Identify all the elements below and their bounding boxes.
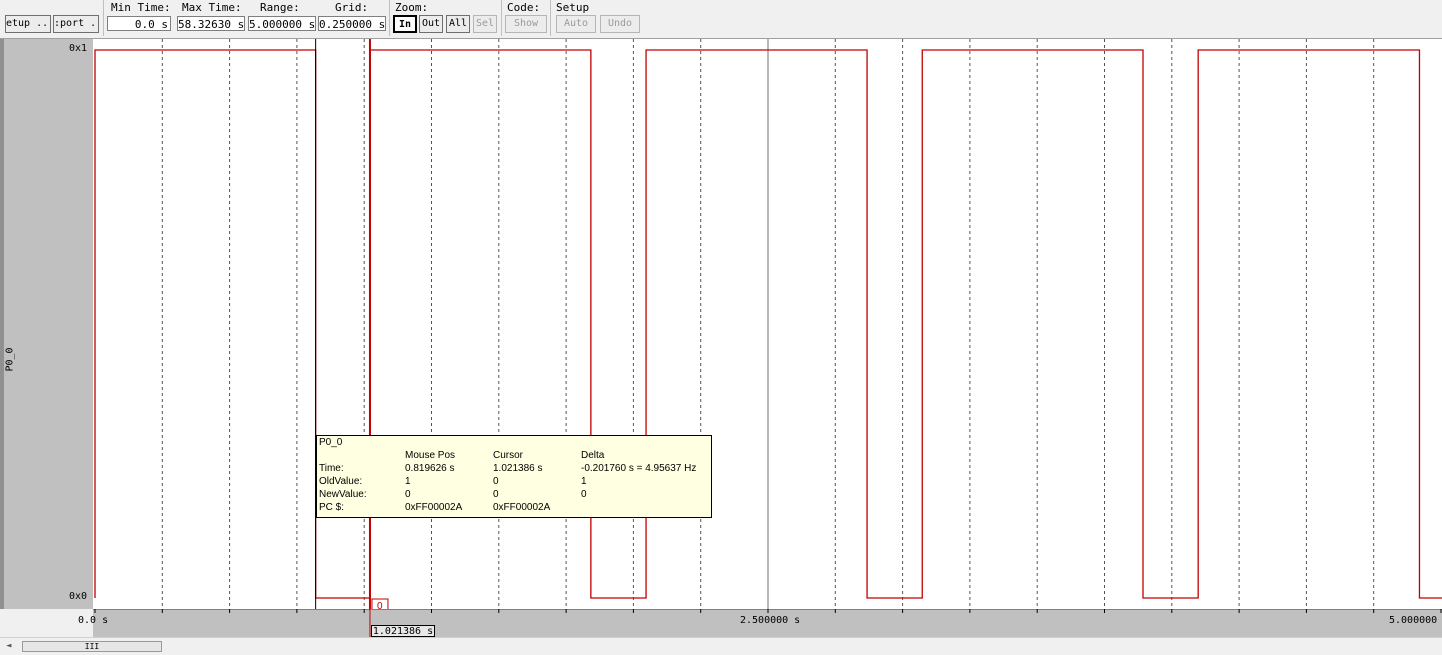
tooltip-row-label: PC $: (319, 502, 345, 513)
export-button[interactable]: :port ... (53, 15, 99, 33)
cursor-value-marker: 0 (371, 598, 389, 612)
signal-panel: P0_0 0x1 0x0 (0, 39, 93, 609)
axis-label-start: 0.0 s (78, 615, 109, 626)
tooltip-title: P0_0 (319, 437, 343, 448)
tooltip-row-label: Time: (319, 463, 344, 474)
signal-info-tooltip: P0_0 Mouse Pos Cursor Delta Time: 0.8196… (316, 435, 712, 518)
axis-label-mid: 2.500000 s (740, 615, 801, 626)
separator (501, 0, 502, 36)
grid-label: Grid: (335, 1, 369, 14)
min-time-label: Min Time: (111, 1, 171, 14)
auto-button[interactable]: Auto (556, 15, 596, 33)
zoom-out-button[interactable]: Out (419, 15, 443, 33)
scroll-left-arrow-icon[interactable]: ◄ (6, 641, 11, 651)
tooltip-cursor-value: 0 (493, 476, 499, 487)
toolbar: etup ... :port ... Min Time: 0.0 s Max T… (0, 0, 1442, 39)
code-label: Code: (507, 1, 541, 14)
separator (550, 0, 551, 36)
tooltip-mouse-value: 1 (405, 476, 411, 487)
setup-button[interactable]: etup ... (5, 15, 51, 33)
tooltip-delta-value: -0.201760 s = 4.95637 Hz (581, 463, 697, 474)
tooltip-col-cursor: Cursor (493, 450, 524, 461)
axis-label-end: 5.000000 (1389, 615, 1438, 626)
zoom-label: Zoom: (395, 1, 429, 14)
zoom-in-button[interactable]: In (393, 15, 417, 33)
signal-name[interactable]: P0_0 (5, 347, 16, 371)
tooltip-row-label: OldValue: (319, 476, 363, 487)
tooltip-mouse-value: 0xFF00002A (405, 502, 463, 513)
zoom-sel-button[interactable]: Sel (473, 15, 497, 33)
waveform-plot[interactable]: 0 (93, 39, 1442, 612)
tooltip-mouse-value: 0 (405, 489, 411, 500)
range-label: Range: (260, 1, 300, 14)
setup-label: Setup (556, 1, 590, 14)
max-time-field[interactable]: 58.32630 s (177, 16, 245, 31)
separator (389, 0, 390, 36)
tooltip-delta-value: 1 (581, 476, 587, 487)
separator (103, 0, 104, 36)
tooltip-col-delta: Delta (581, 450, 605, 461)
zoom-all-button[interactable]: All (446, 15, 470, 33)
y-high-label: 0x1 (68, 43, 87, 54)
tooltip-delta-value: 0 (581, 489, 587, 500)
cursor-time-readout: 1.021386 s (371, 625, 435, 637)
min-time-field[interactable]: 0.0 s (107, 16, 171, 31)
tooltip-cursor-value: 1.021386 s (493, 463, 543, 474)
tooltip-cursor-value: 0xFF00002A (493, 502, 551, 513)
scrollbar-thumb[interactable]: III (22, 641, 162, 652)
undo-button[interactable]: Undo (600, 15, 640, 33)
tooltip-row-label: NewValue: (319, 489, 367, 500)
code-show-button[interactable]: Show (505, 15, 547, 33)
tooltip-cursor-value: 0 (493, 489, 499, 500)
range-field[interactable]: 5.000000 s (248, 16, 316, 31)
tooltip-mouse-value: 0.819626 s (405, 463, 455, 474)
grid-lines (161, 39, 1375, 609)
tooltip-col-mouse: Mouse Pos (405, 450, 456, 461)
horizontal-scrollbar[interactable]: ◄ III (0, 637, 1442, 655)
y-low-label: 0x0 (68, 591, 87, 602)
max-time-label: Max Time: (182, 1, 242, 14)
cursor-value-text: 0 (377, 601, 383, 609)
grid-field[interactable]: 0.250000 s (318, 16, 386, 31)
waveform-canvas[interactable]: 0 (93, 39, 1442, 612)
